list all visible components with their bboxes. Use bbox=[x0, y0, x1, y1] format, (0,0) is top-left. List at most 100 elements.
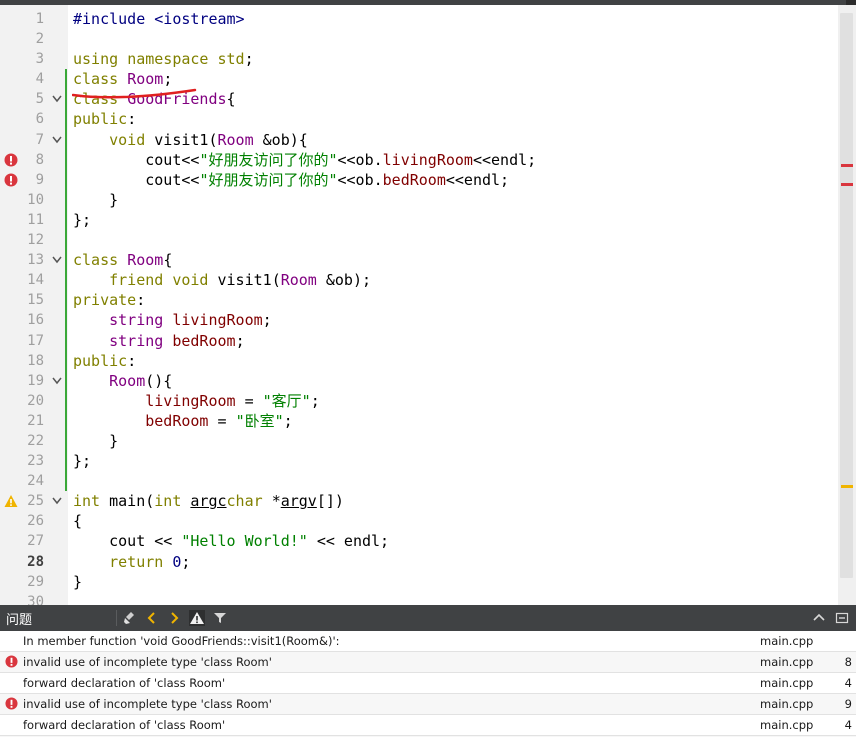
code-text[interactable]: { bbox=[73, 511, 82, 531]
code-line[interactable]: 13 class Room{ bbox=[0, 250, 838, 271]
code-text[interactable]: string bedRoom; bbox=[73, 331, 244, 351]
code-line[interactable]: 26 { bbox=[0, 511, 838, 531]
code-text[interactable]: } bbox=[73, 431, 118, 451]
warning-filter-icon[interactable] bbox=[189, 610, 205, 626]
line-number: 22 bbox=[27, 432, 44, 449]
code-line[interactable]: 14 friend void visit1(Room &ob); bbox=[0, 270, 838, 291]
clean-brush-icon[interactable] bbox=[122, 610, 138, 626]
code-text[interactable]: public: bbox=[73, 109, 136, 129]
code-token: } bbox=[73, 431, 119, 450]
close-panel-icon[interactable] bbox=[834, 610, 850, 626]
next-arrow-icon[interactable] bbox=[166, 610, 182, 626]
code-line[interactable]: 18 public: bbox=[0, 350, 838, 371]
code-line[interactable]: 29} bbox=[0, 572, 838, 592]
code-token: livingRoom bbox=[145, 391, 236, 410]
code-text[interactable]: }; bbox=[73, 451, 91, 471]
code-text[interactable]: string livingRoom; bbox=[73, 310, 272, 330]
code-text[interactable]: void visit1(Room &ob){ bbox=[73, 130, 308, 150]
code-text[interactable]: } bbox=[73, 190, 118, 210]
code-text[interactable]: cout<<"好朋友访问了你的"<<ob.livingRoom<<endl; bbox=[73, 150, 536, 170]
code-line[interactable]: 24 bbox=[0, 471, 838, 492]
code-token: ; bbox=[181, 552, 191, 571]
issues-list[interactable]: In member function 'void GoodFriends::vi… bbox=[0, 631, 856, 737]
code-line[interactable]: 1 #include <iostream> bbox=[0, 9, 838, 29]
code-text[interactable]: private: bbox=[73, 290, 145, 310]
code-line[interactable]: 11}; bbox=[0, 209, 838, 231]
code-editor[interactable]: 1 #include <iostream> 2 3 using namespace st… bbox=[0, 5, 856, 605]
code-line[interactable]: 19 Room(){ bbox=[0, 370, 838, 391]
code-line[interactable]: 7 void visit1(Room &ob){ bbox=[0, 129, 838, 150]
previous-arrow-icon[interactable] bbox=[144, 610, 160, 626]
line-number: 7 bbox=[35, 131, 44, 148]
code-text[interactable]: bedRoom = "卧室"; bbox=[73, 411, 293, 431]
code-line[interactable]: 17 string bedRoom; bbox=[0, 330, 838, 351]
code-line[interactable]: 25 int main(int argcchar *argv[]) bbox=[0, 491, 838, 511]
code-line[interactable]: 27 cout << "Hello World!" << endl; bbox=[0, 531, 838, 551]
code-text[interactable]: cout<<"好朋友访问了你的"<<ob.bedRoom<<endl; bbox=[73, 170, 509, 190]
issue-row[interactable]: invalid use of incomplete type 'class Ro… bbox=[0, 652, 856, 673]
code-token: ; bbox=[283, 411, 293, 430]
code-line[interactable]: 3 using namespace std; bbox=[0, 49, 838, 69]
code-line[interactable]: 8 cout<<"好朋友访问了你的"<<ob.livingRoom<<endl; bbox=[0, 149, 838, 170]
fold-chevron-icon[interactable] bbox=[52, 497, 62, 505]
scrollbar-thumb[interactable] bbox=[840, 13, 853, 578]
code-line[interactable]: 12 bbox=[0, 230, 838, 251]
code-token: #include bbox=[73, 10, 155, 28]
code-text[interactable]: class Room{ bbox=[73, 250, 172, 270]
code-line[interactable]: 30 bbox=[0, 592, 838, 605]
line-number: 11 bbox=[27, 211, 44, 228]
filter-icon[interactable] bbox=[212, 610, 228, 626]
code-text[interactable]: cout << "Hello World!" << endl; bbox=[73, 531, 389, 551]
issue-row[interactable]: forward declaration of 'class Room' main.… bbox=[0, 673, 856, 694]
code-line[interactable]: 2 bbox=[0, 29, 838, 49]
code-line[interactable]: 16 string livingRoom; bbox=[0, 310, 838, 331]
code-text[interactable]: using namespace std; bbox=[73, 49, 263, 69]
scrollbar-error-marker bbox=[841, 183, 853, 186]
line-number: 8 bbox=[35, 151, 44, 168]
code-line[interactable]: 9 cout<<"好朋友访问了你的"<<ob.bedRoom<<endl; bbox=[0, 169, 838, 190]
code-line[interactable]: 6 public: bbox=[0, 109, 838, 130]
code-text[interactable]: public: bbox=[73, 351, 136, 371]
change-marker bbox=[65, 451, 67, 472]
issue-row[interactable]: forward declaration of 'class Room' main.… bbox=[0, 715, 856, 736]
change-marker bbox=[65, 410, 67, 431]
issue-row[interactable]: In member function 'void GoodFriends::vi… bbox=[0, 631, 856, 652]
code-line[interactable]: 20 livingRoom = "客厅"; bbox=[0, 390, 838, 411]
issue-message: forward declaration of 'class Room' bbox=[23, 718, 226, 732]
code-token: "好朋友访问了你的" bbox=[199, 150, 338, 169]
fold-chevron-icon[interactable] bbox=[52, 95, 62, 103]
code-token: std bbox=[217, 50, 245, 69]
change-marker bbox=[65, 149, 67, 170]
code-line[interactable]: 21 bedRoom = "卧室"; bbox=[0, 410, 838, 431]
issue-row[interactable]: invalid use of incomplete type 'class Ro… bbox=[0, 694, 856, 715]
line-number: 10 bbox=[27, 191, 44, 208]
code-token: << endl; bbox=[307, 532, 390, 551]
code-text[interactable]: #include <iostream> bbox=[73, 9, 245, 29]
vertical-scrollbar[interactable] bbox=[838, 5, 856, 605]
fold-chevron-icon[interactable] bbox=[52, 377, 62, 385]
code-token: Room bbox=[127, 251, 164, 270]
code-text[interactable]: Room(){ bbox=[73, 371, 172, 391]
line-number: 13 bbox=[27, 252, 44, 269]
code-line[interactable]: 22 } bbox=[0, 430, 838, 452]
line-number: 3 bbox=[35, 51, 44, 68]
code-text[interactable]: int main(int argcchar *argv[]) bbox=[73, 491, 344, 511]
code-text[interactable]: livingRoom = "客厅"; bbox=[73, 391, 320, 411]
code-text[interactable]: }; bbox=[73, 210, 91, 230]
code-token: ; bbox=[244, 50, 263, 69]
change-marker bbox=[65, 109, 67, 130]
fold-chevron-icon[interactable] bbox=[52, 256, 62, 264]
code-text[interactable]: } bbox=[73, 572, 82, 592]
line-number: 29 bbox=[27, 573, 44, 590]
code-text[interactable]: friend void visit1(Room &ob); bbox=[73, 270, 371, 290]
code-line[interactable]: 28 return 0; bbox=[0, 552, 838, 572]
code-line[interactable]: 10 } bbox=[0, 189, 838, 210]
code-token: "好朋友访问了你的" bbox=[199, 170, 338, 189]
issue-line: 9 bbox=[844, 697, 852, 711]
collapse-up-icon[interactable] bbox=[811, 610, 827, 626]
fold-chevron-icon[interactable] bbox=[52, 136, 62, 144]
line-number: 26 bbox=[27, 513, 44, 530]
code-line[interactable]: 15 private: bbox=[0, 290, 838, 311]
code-text[interactable]: return 0; bbox=[73, 552, 190, 572]
code-line[interactable]: 23}; bbox=[0, 451, 838, 472]
